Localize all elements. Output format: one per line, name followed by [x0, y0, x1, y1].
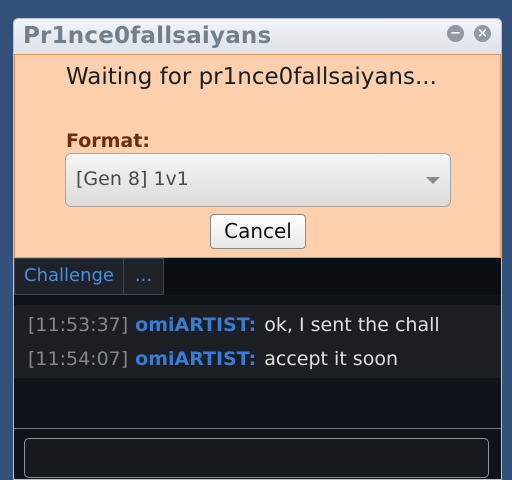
message-username[interactable]: omiARTIST: [135, 348, 256, 370]
pm-window: Pr1nce0fallsaiyans − × Waiting for pr1nc… [13, 18, 502, 480]
format-label: Format: [66, 130, 150, 152]
message-timestamp: [11:54:07] [28, 348, 129, 370]
format-selected-value: [Gen 8] 1v1 [76, 168, 189, 190]
chevron-down-icon [426, 177, 440, 184]
pm-tab-bar: Challenge ... [14, 258, 501, 295]
chat-log: [11:53:37] omiARTIST: ok, I sent the chall… [14, 305, 501, 378]
message-text: ok, I sent the chall [264, 314, 440, 336]
format-select[interactable]: [Gen 8] 1v1 [65, 153, 451, 207]
chat-divider [14, 428, 501, 429]
minimize-icon[interactable]: − [447, 25, 464, 42]
pm-window-title: Pr1nce0fallsaiyans [23, 23, 272, 49]
message-timestamp: [11:53:37] [28, 314, 129, 336]
message-text: accept it soon [264, 348, 398, 370]
close-icon[interactable]: × [474, 25, 491, 42]
chat-message: [11:54:07] omiARTIST: accept it soon [28, 344, 398, 374]
challenge-panel: Waiting for pr1nce0fallsaiyans... Format… [14, 54, 501, 258]
chat-input[interactable] [24, 438, 489, 478]
pm-window-header[interactable]: Pr1nce0fallsaiyans − × [14, 19, 501, 54]
chat-message: [11:53:37] omiARTIST: ok, I sent the chall [28, 310, 440, 340]
waiting-message: Waiting for pr1nce0fallsaiyans... [66, 64, 437, 90]
cancel-button[interactable]: Cancel [210, 214, 306, 249]
tab-more-options[interactable]: ... [123, 258, 164, 295]
tab-challenge[interactable]: Challenge [14, 258, 124, 295]
message-username[interactable]: omiARTIST: [135, 314, 256, 336]
